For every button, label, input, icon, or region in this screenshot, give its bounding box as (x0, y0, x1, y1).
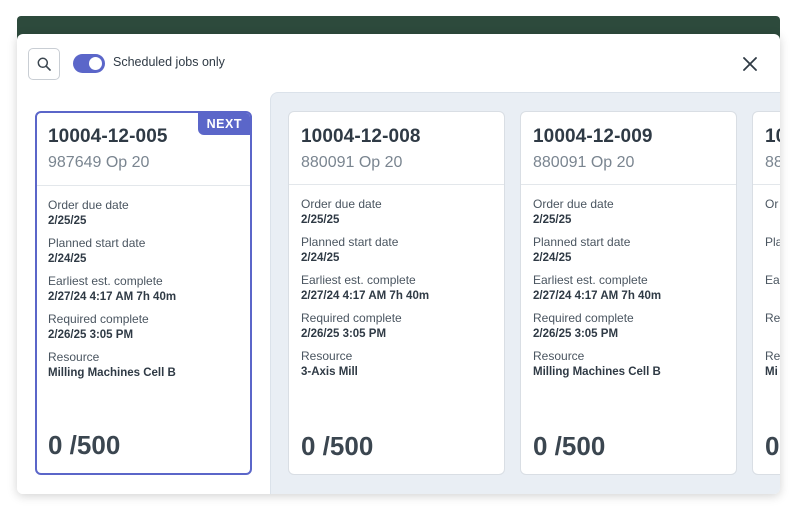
dialog-toolbar: Scheduled jobs only (17, 34, 780, 94)
resource-label: Resource (533, 349, 585, 363)
job-card-partial[interactable]: 10 88 Or Pla Ea Re Re Mi 0 (752, 111, 780, 475)
operation-label: 880091 Op 20 (301, 154, 403, 171)
resource-value: Mi (765, 366, 778, 378)
planned-start-label: Pla (765, 235, 780, 249)
planned-start-label: Planned start date (533, 235, 631, 249)
planned-start-value: 2/24/25 (301, 252, 340, 264)
quantity-progress: 0 (765, 431, 780, 461)
order-due-value: 2/25/25 (301, 214, 340, 226)
required-complete-label: Required complete (48, 312, 149, 326)
resource-label: Re (765, 349, 780, 363)
required-complete-label: Required complete (533, 311, 634, 325)
next-job-pane: 10004-12-005 987649 Op 20 NEXT Order due… (17, 94, 270, 494)
earliest-complete-label: Ea (765, 273, 780, 287)
close-icon (743, 57, 757, 71)
operation-label: 880091 Op 20 (533, 154, 635, 171)
earliest-complete-label: Earliest est. complete (301, 273, 416, 287)
job-card[interactable]: 10004-12-009 880091 Op 20 Order due date… (520, 111, 737, 475)
earliest-complete-value: 2/27/24 4:17 AM 7h 40m (48, 291, 177, 303)
next-badge: NEXT (197, 113, 250, 135)
quantity-progress: 0 /500 (533, 431, 606, 461)
job-number: 10004-12-008 (301, 126, 421, 147)
earliest-complete-value: 2/27/24 4:17 AM 7h 40m (533, 290, 662, 302)
job-card-selected[interactable]: 10004-12-005 987649 Op 20 NEXT Order due… (35, 111, 252, 475)
resource-label: Resource (301, 349, 353, 363)
job-card-details: Or Pla Ea Re Re Mi (753, 185, 780, 381)
job-number: 10004-12-009 (533, 126, 653, 147)
search-button[interactable] (28, 48, 60, 80)
job-number: 10 (765, 126, 780, 147)
order-due-label: Or (765, 197, 779, 211)
scheduled-only-toggle[interactable] (73, 54, 105, 73)
order-due-value: 2/25/25 (533, 214, 572, 226)
toggle-knob (89, 57, 102, 70)
operation-label: 88 (765, 154, 780, 171)
required-complete-value: 2/26/25 3:05 PM (48, 329, 134, 341)
job-card-details: Order due date 2/25/25 Planned start dat… (37, 186, 250, 382)
job-card-details: Order due date 2/25/25 Planned start dat… (521, 185, 736, 381)
planned-start-value: 2/24/25 (48, 253, 87, 265)
planned-start-value: 2/24/25 (533, 252, 572, 264)
resource-value: Milling Machines Cell B (533, 366, 661, 378)
scheduled-only-label: Scheduled jobs only (113, 55, 225, 69)
required-complete-value: 2/26/25 3:05 PM (301, 328, 387, 340)
job-card[interactable]: 10004-12-008 880091 Op 20 Order due date… (288, 111, 505, 475)
required-complete-label: Re (765, 311, 780, 325)
resource-label: Resource (48, 350, 100, 364)
order-due-label: Order due date (301, 197, 382, 211)
quantity-progress: 0 /500 (48, 430, 121, 460)
job-card-header: 10 88 (753, 112, 780, 185)
close-button[interactable] (739, 53, 761, 75)
quantity-progress: 0 /500 (301, 431, 374, 461)
job-picker-dialog: Scheduled jobs only 10004-12-005 987649 … (17, 34, 780, 494)
required-complete-value: 2/26/25 3:05 PM (533, 328, 619, 340)
planned-start-label: Planned start date (301, 235, 399, 249)
job-card-details: Order due date 2/25/25 Planned start dat… (289, 185, 504, 381)
required-complete-value (765, 328, 780, 343)
order-due-label: Order due date (533, 197, 614, 211)
earliest-complete-label: Earliest est. complete (48, 274, 163, 288)
resource-value: 3-Axis Mill (301, 366, 358, 378)
job-card-header: 10004-12-008 880091 Op 20 (289, 112, 504, 185)
order-due-label: Order due date (48, 198, 129, 212)
order-due-value (765, 214, 780, 229)
operation-label: 987649 Op 20 (48, 154, 150, 171)
job-card-header: 10004-12-005 987649 Op 20 NEXT (37, 113, 250, 186)
search-icon (37, 57, 51, 71)
job-card-header: 10004-12-009 880091 Op 20 (521, 112, 736, 185)
earliest-complete-value (765, 290, 780, 305)
job-queue-pane: 10004-12-008 880091 Op 20 Order due date… (270, 92, 780, 494)
resource-value: Milling Machines Cell B (48, 367, 176, 379)
order-due-value: 2/25/25 (48, 215, 87, 227)
planned-start-value (765, 252, 780, 267)
planned-start-label: Planned start date (48, 236, 146, 250)
required-complete-label: Required complete (301, 311, 402, 325)
earliest-complete-value: 2/27/24 4:17 AM 7h 40m (301, 290, 430, 302)
earliest-complete-label: Earliest est. complete (533, 273, 648, 287)
